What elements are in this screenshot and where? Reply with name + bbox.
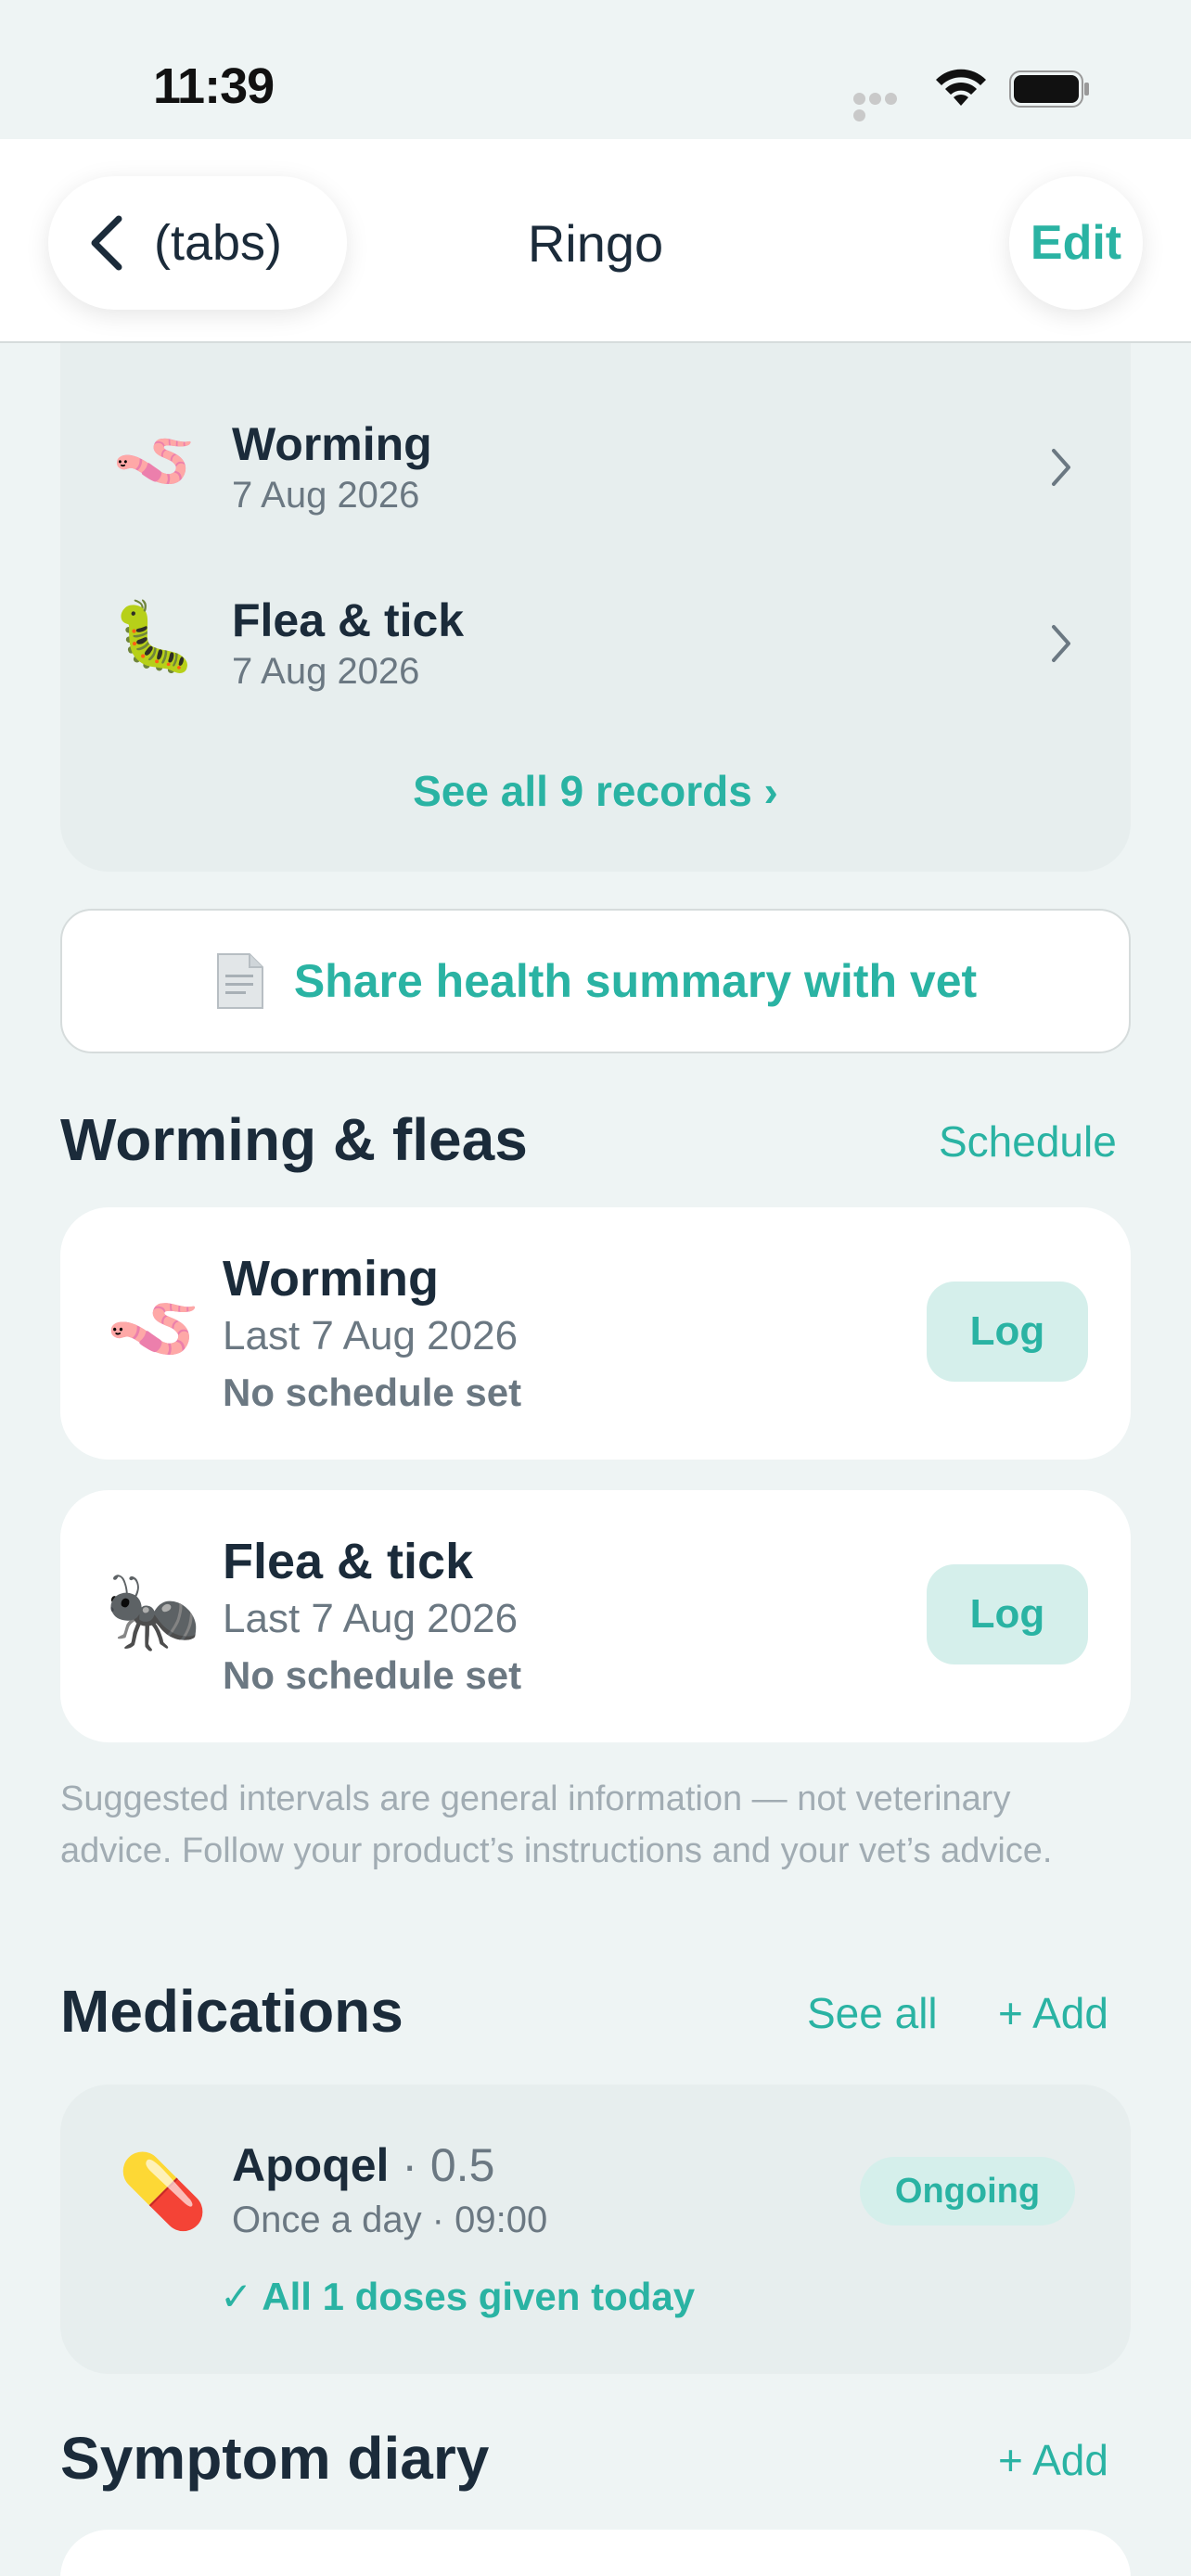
record-title: Worming <box>232 418 432 470</box>
document-icon <box>216 953 263 1009</box>
last-date: Last 7 Aug 2026 <box>223 1596 519 1641</box>
medication-name: Apoqel <box>232 2139 390 2191</box>
see-all-records-link[interactable]: See all 9 records › <box>60 766 1131 816</box>
battery-icon <box>1009 70 1089 108</box>
worming-section-title: Worming & fleas <box>60 1106 528 1173</box>
record-title: Flea & tick <box>232 594 465 646</box>
record-date: 7 Aug 2026 <box>232 651 420 692</box>
medications-section-title: Medications <box>60 1978 403 2045</box>
medication-dose: · 0.5 <box>389 2139 495 2191</box>
share-label: Share health summary with vet <box>293 955 978 1007</box>
status-badge: Ongoing <box>860 2157 1075 2225</box>
schedule-link[interactable]: Schedule <box>939 1116 1117 1167</box>
add-symptom-button[interactable]: + Add <box>998 2435 1108 2485</box>
log-flea-tick-button[interactable]: Log <box>927 1564 1088 1664</box>
share-health-summary-button[interactable]: Share health summary with vet <box>60 909 1131 1053</box>
ant-icon: 🐜 <box>105 1567 202 1654</box>
bug-icon: 🐛 <box>111 598 198 675</box>
worming-card[interactable]: 🪱 Worming Last 7 Aug 2026 No schedule se… <box>60 1207 1131 1460</box>
medication-card[interactable]: 💊 Apoqel · 0.5 Once a day · 09:00 ✓ All … <box>60 2085 1131 2374</box>
worm-icon: 🪱 <box>111 422 198 499</box>
record-row-flea-tick[interactable]: 🐛 Flea & tick 7 Aug 2026 <box>111 593 1095 705</box>
record-date: 7 Aug 2026 <box>232 475 420 516</box>
schedule-status: No schedule set <box>223 1371 522 1414</box>
card-title: Worming <box>223 1251 439 1307</box>
medication-frequency: Once a day · 09:00 <box>232 2200 548 2240</box>
schedule-status: No schedule set <box>223 1653 522 1697</box>
card-title: Flea & tick <box>223 1534 474 1589</box>
record-row-worming[interactable]: 🪱 Worming 7 Aug 2026 <box>111 417 1095 529</box>
chevron-right-icon <box>1052 625 1070 662</box>
worm-icon: 🪱 <box>105 1284 202 1371</box>
medication-name-line: Apoqel · 0.5 <box>232 2138 494 2192</box>
cellular-signal-icon <box>853 93 915 121</box>
wifi-icon <box>936 69 986 106</box>
chevron-right-icon <box>1052 449 1070 486</box>
disclaimer-text: Suggested intervals are general informat… <box>60 1779 1053 1870</box>
add-medication-button[interactable]: + Add <box>998 1988 1108 2038</box>
symptom-diary-title: Symptom diary <box>60 2425 490 2492</box>
medications-see-all-link[interactable]: See all <box>807 1988 938 2038</box>
log-worming-button[interactable]: Log <box>927 1282 1088 1382</box>
last-date: Last 7 Aug 2026 <box>223 1313 519 1358</box>
symptom-diary-card <box>60 2530 1131 2576</box>
status-time: 11:39 <box>153 58 275 114</box>
flea-tick-card[interactable]: 🐜 Flea & tick Last 7 Aug 2026 No schedul… <box>60 1490 1131 1742</box>
doses-given-status: ✓ All 1 doses given today <box>220 2275 696 2318</box>
edit-button[interactable]: Edit <box>1009 176 1143 310</box>
pill-icon: 💊 <box>118 2150 209 2232</box>
